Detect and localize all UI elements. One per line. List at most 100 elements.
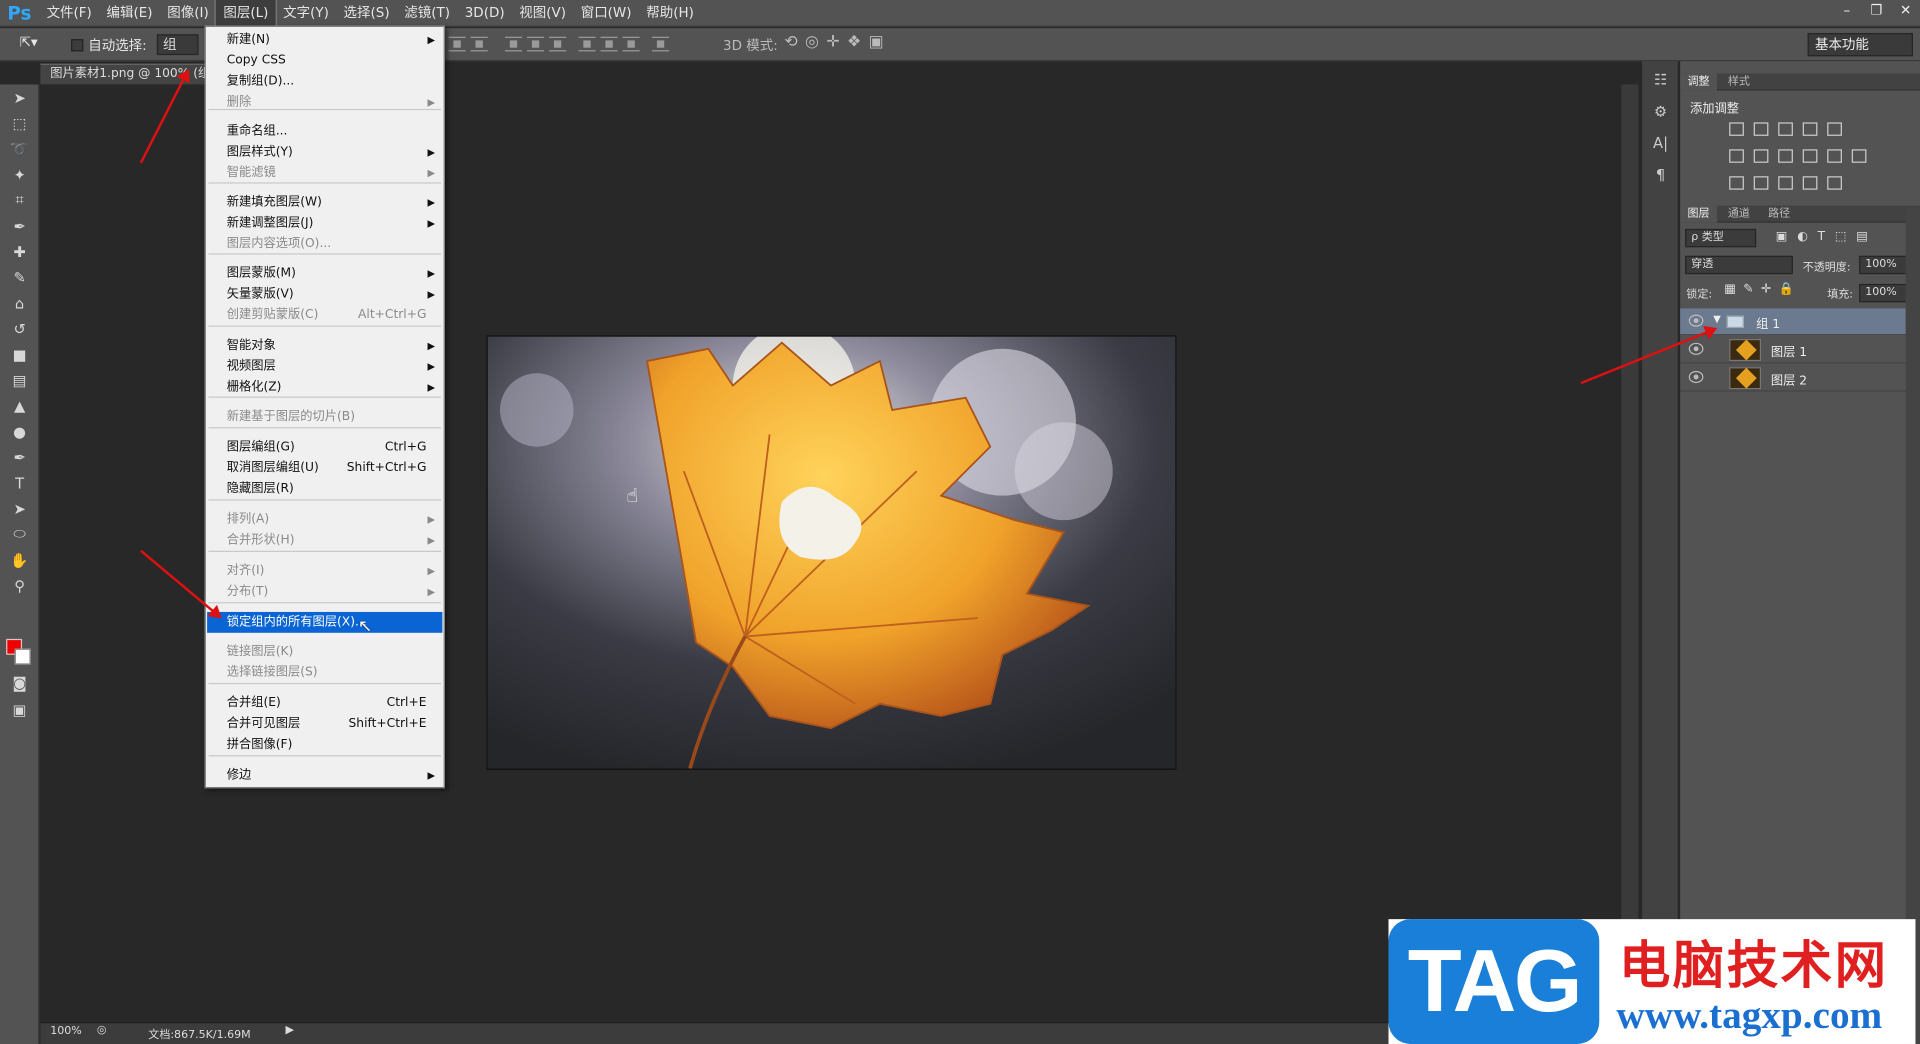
ellipse-tool-icon[interactable]: ⬭: [0, 521, 39, 547]
character-panel-icon[interactable]: A|: [1642, 130, 1679, 157]
distribute-bottom-icon[interactable]: [549, 36, 567, 52]
curves-icon[interactable]: [1778, 122, 1793, 136]
blur-tool-icon[interactable]: ▲: [0, 393, 39, 419]
auto-select-checkbox[interactable]: [71, 39, 84, 52]
tab-styles[interactable]: 样式: [1720, 73, 1757, 90]
menu-filter[interactable]: 滤镜(T): [397, 0, 457, 27]
layer-menu-item[interactable]: 图层样式(Y) ▶: [207, 142, 442, 163]
color-balance-icon[interactable]: [1753, 149, 1769, 163]
layer-menu-item[interactable]: 栅格化(Z) ▶: [207, 377, 442, 398]
crop-tool-icon[interactable]: ⌗: [0, 187, 39, 213]
menu-type[interactable]: 文字(Y): [276, 0, 336, 27]
type-tool-icon[interactable]: T: [0, 470, 39, 496]
align-top-icon[interactable]: [448, 36, 466, 52]
canvas-scrollbar[interactable]: [1621, 84, 1639, 1022]
eyedropper-tool-icon[interactable]: ✒: [0, 213, 39, 239]
menu-file[interactable]: 文件(F): [39, 0, 99, 27]
exposure-icon[interactable]: [1802, 122, 1818, 136]
layer-menu-item[interactable]: 修边 ▶: [207, 765, 442, 786]
menu-view[interactable]: 视图(V): [512, 0, 573, 27]
move-tool-preset-icon[interactable]: ⇱▾: [20, 34, 38, 50]
layer-menu-item[interactable]: 视频图层 ▶: [207, 356, 442, 377]
layer-menu-item[interactable]: 复制组(D)...: [207, 71, 442, 92]
move-tool-icon[interactable]: ➤: [0, 84, 39, 110]
gradient-tool-icon[interactable]: ▤: [0, 367, 39, 393]
3d-mode-icons[interactable]: ⟲◎✛❖▣: [784, 33, 891, 51]
magic-wand-tool-icon[interactable]: ✦: [0, 162, 39, 188]
healing-brush-tool-icon[interactable]: ✚: [0, 239, 39, 265]
blend-mode-select[interactable]: 穿透: [1685, 255, 1793, 275]
history-brush-tool-icon[interactable]: ↺: [0, 316, 39, 342]
history-panel-icon[interactable]: ☷: [1642, 66, 1679, 93]
layer-menu-item[interactable]: 重命名组...: [207, 121, 442, 142]
menu-layer[interactable]: 图层(L): [214, 0, 277, 29]
tab-paths[interactable]: 路径: [1761, 206, 1798, 223]
hand-tool-icon[interactable]: ✋: [0, 547, 39, 573]
lasso-tool-icon[interactable]: ➰: [0, 136, 39, 162]
zoom-level[interactable]: 100%: [50, 1026, 82, 1038]
layer-menu-item[interactable]: 锁定组内的所有图层(X)...: [207, 611, 443, 633]
gradient-map-icon[interactable]: [1827, 176, 1842, 190]
layer-menu-item[interactable]: Copy CSS: [207, 50, 442, 71]
paragraph-panel-icon[interactable]: ¶: [1642, 162, 1679, 189]
levels-icon[interactable]: [1753, 122, 1769, 136]
brightness-icon[interactable]: [1729, 122, 1744, 136]
status-info-icon[interactable]: ◎: [97, 1024, 107, 1036]
background-color-swatch[interactable]: [14, 648, 31, 665]
vibrance-icon[interactable]: [1827, 122, 1842, 136]
lock-icons[interactable]: ▦✎✛🔒: [1724, 283, 1801, 296]
layer-menu-item[interactable]: 图层编组(G) Ctrl+G: [207, 437, 442, 458]
stamp-tool-icon[interactable]: ⌂: [0, 290, 39, 316]
close-icon[interactable]: ✕: [1891, 0, 1920, 20]
auto-align-icon[interactable]: [651, 36, 670, 52]
menu-edit[interactable]: 编辑(E): [99, 0, 160, 27]
menu-select[interactable]: 选择(S): [336, 0, 397, 27]
layer-menu-item[interactable]: 隐藏图层(R): [207, 479, 442, 500]
hue-saturation-icon[interactable]: [1729, 149, 1744, 163]
screen-mode-icon[interactable]: ▣: [0, 696, 39, 722]
tab-layers[interactable]: 图层: [1680, 205, 1717, 223]
marquee-tool-icon[interactable]: ⬚: [0, 110, 39, 136]
pen-tool-icon[interactable]: ✒: [0, 444, 39, 470]
menu-help[interactable]: 帮助(H): [639, 0, 701, 27]
menu-3d[interactable]: 3D(D): [457, 0, 512, 27]
distribute-top-icon[interactable]: [504, 36, 523, 52]
dodge-tool-icon[interactable]: ●: [0, 419, 39, 445]
tab-adjustments[interactable]: 调整: [1680, 73, 1717, 91]
layer-menu-item[interactable]: 取消图层编组(U) Shift+Ctrl+G: [207, 458, 442, 479]
minimize-icon[interactable]: –: [1832, 0, 1861, 20]
black-white-icon[interactable]: [1778, 149, 1793, 163]
visibility-eye-icon[interactable]: [1688, 370, 1704, 384]
layer-menu-item[interactable]: 图层蒙版(M) ▶: [207, 263, 442, 284]
layer-menu-item[interactable]: 合并可见图层 Shift+Ctrl+E: [207, 714, 442, 735]
distribute-left-icon[interactable]: [578, 36, 596, 52]
restore-icon[interactable]: ❐: [1862, 0, 1891, 20]
visibility-eye-icon[interactable]: [1688, 314, 1704, 327]
visibility-eye-icon[interactable]: [1688, 342, 1704, 355]
layer-menu-item[interactable]: 智能对象 ▶: [207, 335, 442, 356]
layer-menu-item[interactable]: 矢量蒙版(V) ▶: [207, 284, 442, 305]
path-selection-tool-icon[interactable]: ➤: [0, 496, 39, 522]
threshold-icon[interactable]: [1778, 176, 1793, 190]
status-expand-icon[interactable]: ▶: [286, 1024, 294, 1036]
channel-mixer-icon[interactable]: [1827, 149, 1842, 163]
properties-panel-icon[interactable]: ⚙: [1642, 98, 1679, 125]
workspace-select[interactable]: 基本功能: [1807, 33, 1914, 57]
distribute-hcenter-icon[interactable]: [600, 36, 618, 52]
layer-menu-item[interactable]: 新建(N) ▶: [207, 29, 442, 50]
layer-row-layer-2[interactable]: 图层 2: [1680, 365, 1907, 392]
layer-filter-icons[interactable]: ▣◐T⬚▤: [1776, 230, 1878, 243]
eraser-tool-icon[interactable]: ■: [0, 341, 39, 367]
document-image[interactable]: [487, 336, 1176, 769]
color-lookup-icon[interactable]: [1851, 149, 1867, 163]
align-vcenter-icon[interactable]: [470, 36, 488, 52]
brush-tool-icon[interactable]: ✎: [0, 264, 39, 290]
zoom-tool-icon[interactable]: ⚲: [0, 573, 39, 599]
menu-window[interactable]: 窗口(W): [573, 0, 639, 27]
selective-color-icon[interactable]: [1802, 176, 1818, 190]
tab-channels[interactable]: 通道: [1720, 206, 1757, 223]
layer-filter-select[interactable]: ρ 类型: [1685, 228, 1757, 248]
distribute-right-icon[interactable]: [622, 36, 640, 52]
photo-filter-icon[interactable]: [1802, 149, 1818, 163]
auto-select-target-select[interactable]: 组: [156, 34, 199, 56]
